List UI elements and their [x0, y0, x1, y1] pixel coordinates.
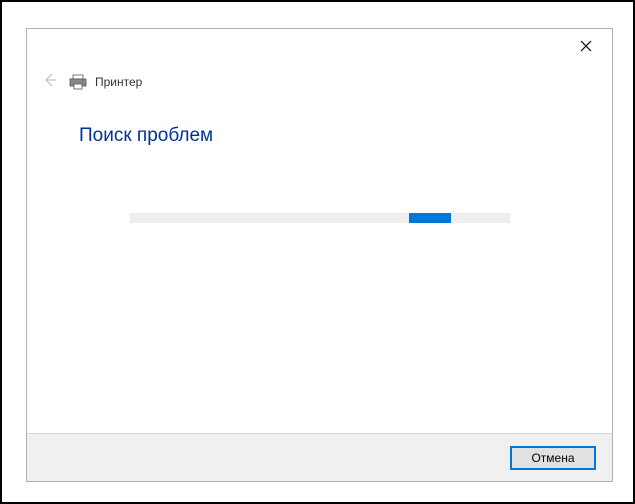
dialog-footer: Отмена: [27, 433, 612, 481]
dialog-title: Принтер: [95, 75, 142, 89]
close-icon: [580, 40, 592, 55]
content-area: Поиск проблем: [27, 91, 612, 433]
header-row: Принтер: [27, 65, 612, 91]
cancel-button[interactable]: Отмена: [510, 446, 596, 470]
progress-container: [79, 213, 560, 223]
troubleshooter-dialog: Принтер Поиск проблем Отмена: [26, 28, 613, 482]
title-bar: [27, 29, 612, 65]
back-arrow-icon: [42, 72, 58, 93]
progress-indicator: [409, 213, 451, 223]
close-button[interactable]: [566, 33, 606, 61]
back-button: [41, 73, 59, 91]
progress-bar: [130, 213, 510, 223]
status-heading: Поиск проблем: [79, 125, 560, 147]
printer-icon: [69, 74, 87, 90]
screenshot-frame: Принтер Поиск проблем Отмена: [0, 0, 635, 504]
